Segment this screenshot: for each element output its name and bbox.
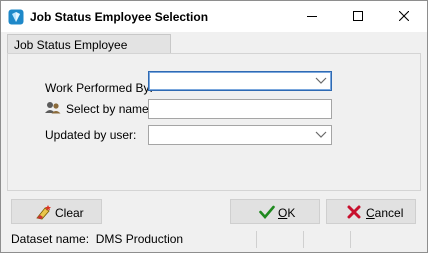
tab-job-status-employee-selections[interactable]: Job Status Employee Selections — [7, 34, 171, 66]
people-icon — [45, 101, 61, 117]
minimize-icon — [307, 16, 317, 17]
chevron-down-icon[interactable] — [315, 76, 327, 86]
minimize-button[interactable] — [289, 1, 335, 32]
app-icon — [8, 9, 24, 25]
status-separator — [350, 231, 351, 248]
red-x-icon — [347, 205, 361, 222]
cancel-label: Cancel — [366, 206, 404, 220]
ok-button[interactable]: OK — [230, 199, 320, 224]
select-by-name-label: Select by name — [66, 102, 149, 116]
close-button[interactable] — [381, 1, 427, 32]
clear-label: Clear — [55, 206, 84, 220]
clear-button[interactable]: Clear — [11, 199, 102, 224]
dialog-window: Job Status Employee Selection Job Status… — [0, 0, 428, 253]
updated-by-user-label: Updated by user: — [45, 128, 137, 142]
select-by-name-input[interactable] — [148, 99, 332, 119]
work-performed-by-dropdown[interactable] — [148, 71, 332, 91]
ok-label: OK — [278, 206, 296, 220]
close-icon — [399, 11, 409, 21]
work-performed-by-label: Work Performed By: — [45, 81, 153, 95]
eraser-icon — [35, 204, 53, 223]
status-separator — [256, 231, 257, 248]
cancel-button[interactable]: Cancel — [326, 199, 416, 224]
title-bar[interactable]: Job Status Employee Selection — [1, 1, 427, 32]
maximize-icon — [353, 11, 363, 21]
dataset-name-status: Dataset name: DMS Production — [11, 232, 184, 246]
window-title: Job Status Employee Selection — [30, 10, 209, 24]
updated-by-user-dropdown[interactable] — [148, 125, 332, 145]
status-bar: Dataset name: DMS Production — [1, 228, 427, 251]
chevron-down-icon[interactable] — [315, 130, 327, 140]
maximize-button[interactable] — [335, 1, 381, 32]
status-separator — [303, 231, 304, 248]
checkmark-icon — [259, 205, 275, 222]
